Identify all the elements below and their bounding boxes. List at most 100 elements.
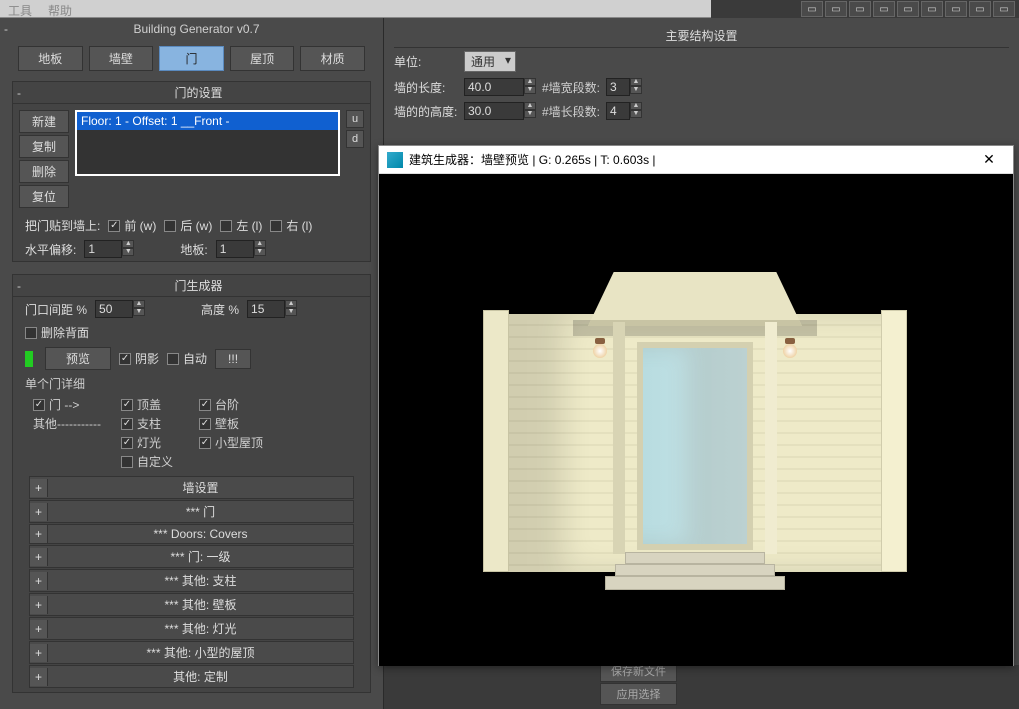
wall-h-label: 墙的的高度:	[394, 103, 458, 120]
copy-button[interactable]: 复制	[19, 135, 69, 158]
expand-icon[interactable]: +	[30, 525, 48, 543]
expand-icon[interactable]: +	[30, 644, 48, 662]
spinner-up-icon[interactable]: ▲	[524, 102, 536, 110]
tab-door[interactable]: 门	[159, 46, 224, 71]
close-icon[interactable]: ✕	[973, 151, 1005, 168]
expand-item-label[interactable]: *** 其他: 支柱	[48, 570, 353, 591]
unit-select[interactable]: 通用	[464, 51, 516, 72]
spinner-up-icon[interactable]: ▲	[285, 300, 297, 308]
spinner-up-icon[interactable]: ▲	[133, 300, 145, 308]
wall-h-spinner[interactable]	[464, 102, 524, 120]
spinner-down-icon[interactable]: ▼	[630, 110, 642, 118]
back-checkbox[interactable]	[164, 220, 176, 232]
miniroof-label: 小型屋顶	[215, 434, 263, 451]
toolbar-icon[interactable]: ▭	[801, 1, 823, 17]
toolbar-icon[interactable]: ▭	[945, 1, 967, 17]
left-checkbox[interactable]	[220, 220, 232, 232]
h-offset-spinner[interactable]	[84, 240, 122, 258]
toolbar-icon[interactable]: ▭	[825, 1, 847, 17]
tab-floor[interactable]: 地板	[18, 46, 83, 71]
spinner-up-icon[interactable]: ▲	[122, 240, 134, 248]
toolbar-icon[interactable]: ▭	[921, 1, 943, 17]
stairs-checkbox[interactable]	[199, 399, 211, 411]
spinner-up-icon[interactable]: ▲	[254, 240, 266, 248]
expand-icon[interactable]: +	[30, 503, 48, 521]
toolbar-icon[interactable]: ▭	[969, 1, 991, 17]
remove-back-checkbox[interactable]	[25, 327, 37, 339]
siding-label: 壁板	[215, 415, 239, 432]
expand-item-label[interactable]: *** 门: 一级	[48, 546, 353, 567]
pillar-label: 支柱	[137, 415, 161, 432]
preview-button[interactable]: 预览	[45, 347, 111, 370]
bottom-toolbar-bg	[384, 665, 1019, 709]
expand-item-label[interactable]: *** 其他: 壁板	[48, 594, 353, 615]
reset-button[interactable]: 复位	[19, 185, 69, 208]
expand-icon[interactable]: +	[30, 596, 48, 614]
menu-help[interactable]: 帮助	[48, 2, 72, 15]
apply-selection-button[interactable]: 应用选择	[600, 683, 677, 705]
tab-wall[interactable]: 墙壁	[89, 46, 154, 71]
spinner-up-icon[interactable]: ▲	[630, 78, 642, 86]
list-item[interactable]: Floor: 1 - Offset: 1 __Front -	[77, 112, 338, 130]
auto-button[interactable]: !!!	[215, 349, 251, 369]
tab-material[interactable]: 材质	[300, 46, 365, 71]
shadow-checkbox[interactable]	[119, 353, 131, 365]
new-button[interactable]: 新建	[19, 110, 69, 133]
expand-icon[interactable]: +	[30, 620, 48, 638]
spinner-down-icon[interactable]: ▼	[524, 110, 536, 118]
h-offset-label: 水平偏移:	[25, 241, 76, 258]
height-spinner[interactable]	[247, 300, 285, 318]
spinner-down-icon[interactable]: ▼	[285, 308, 297, 316]
custom-label: 自定义	[137, 453, 173, 470]
expand-item-label[interactable]: *** 其他: 灯光	[48, 618, 353, 639]
expand-item-label[interactable]: 其他: 定制	[48, 666, 353, 687]
collapse-icon[interactable]: -	[17, 279, 31, 293]
door-checkbox[interactable]	[33, 399, 45, 411]
spinner-down-icon[interactable]: ▼	[630, 86, 642, 94]
back-label: 后 (w)	[180, 217, 212, 234]
spinner-down-icon[interactable]: ▼	[133, 308, 145, 316]
preview-viewport[interactable]	[379, 174, 1013, 666]
expand-icon[interactable]: +	[30, 572, 48, 590]
delete-button[interactable]: 删除	[19, 160, 69, 183]
expand-icon[interactable]: +	[30, 668, 48, 686]
expand-item-label[interactable]: *** Doors: Covers	[48, 525, 353, 543]
miniroof-checkbox[interactable]	[199, 437, 211, 449]
wall-l-seg-spinner[interactable]	[606, 102, 630, 120]
auto-checkbox[interactable]	[167, 353, 179, 365]
expand-icon[interactable]: +	[30, 479, 48, 497]
floor-spinner[interactable]	[216, 240, 254, 258]
toolbar-icon[interactable]: ▭	[897, 1, 919, 17]
menu-tools[interactable]: 工具	[8, 2, 32, 15]
toolbar-icon[interactable]: ▭	[993, 1, 1015, 17]
spinner-up-icon[interactable]: ▲	[524, 78, 536, 86]
expand-icon[interactable]: +	[30, 548, 48, 566]
spinner-down-icon[interactable]: ▼	[254, 248, 266, 256]
custom-checkbox[interactable]	[121, 456, 133, 468]
remove-back-label: 删除背面	[41, 324, 89, 341]
pillar-checkbox[interactable]	[121, 418, 133, 430]
toolbar-icon[interactable]: ▭	[873, 1, 895, 17]
expand-item-label[interactable]: *** 其他: 小型的屋顶	[48, 642, 353, 663]
spinner-up-icon[interactable]: ▲	[630, 102, 642, 110]
light-checkbox[interactable]	[121, 437, 133, 449]
collapse-icon[interactable]: -	[4, 22, 14, 36]
expand-item-label[interactable]: *** 门	[48, 501, 353, 522]
spacing-spinner[interactable]	[95, 300, 133, 318]
toolbar-icon[interactable]: ▭	[849, 1, 871, 17]
tab-roof[interactable]: 屋顶	[230, 46, 295, 71]
wall-w-seg-spinner[interactable]	[606, 78, 630, 96]
siding-checkbox[interactable]	[199, 418, 211, 430]
auto-label: 自动	[183, 350, 207, 367]
spinner-down-icon[interactable]: ▼	[524, 86, 536, 94]
move-down-button[interactable]: d	[346, 130, 364, 148]
cap-checkbox[interactable]	[121, 399, 133, 411]
move-up-button[interactable]: u	[346, 110, 364, 128]
front-checkbox[interactable]	[108, 220, 120, 232]
door-listbox[interactable]: Floor: 1 - Offset: 1 __Front -	[75, 110, 340, 176]
expand-item-label[interactable]: 墙设置	[48, 477, 353, 498]
wall-len-spinner[interactable]	[464, 78, 524, 96]
collapse-icon[interactable]: -	[17, 86, 31, 100]
right-checkbox[interactable]	[270, 220, 282, 232]
spinner-down-icon[interactable]: ▼	[122, 248, 134, 256]
